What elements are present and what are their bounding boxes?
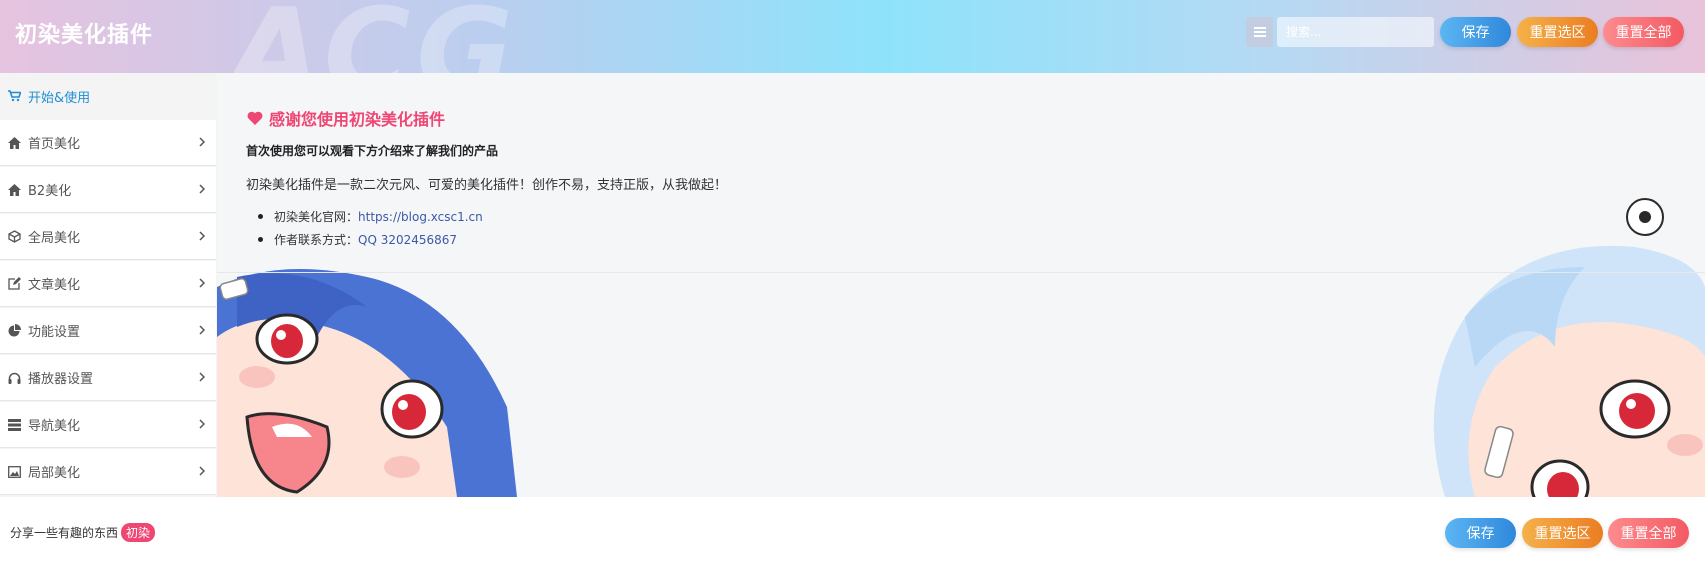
home-icon xyxy=(7,136,21,150)
chevron-right-icon xyxy=(199,372,205,382)
anime-girl-right-illustration xyxy=(1433,198,1705,497)
sidebar-item-label: 开始&使用 xyxy=(28,90,91,106)
app-title: 初染美化插件 xyxy=(15,23,154,48)
contact-link[interactable]: QQ 3202456867 xyxy=(358,233,457,247)
chevron-right-icon xyxy=(199,137,205,147)
sidebar-item-home-beautify[interactable]: 首页美化 xyxy=(0,120,216,166)
footer-reset-all-button[interactable]: 重置全部 xyxy=(1608,518,1689,548)
info-list: 初染美化官网： https://blog.xcsc1.cn 作者联系方式： QQ… xyxy=(258,205,483,251)
reset-all-button[interactable]: 重置全部 xyxy=(1603,17,1684,47)
bullet-icon xyxy=(258,214,263,219)
cart-icon xyxy=(7,89,21,103)
sidebar-item-label: 文章美化 xyxy=(28,278,81,293)
footer-reset-section-button[interactable]: 重置选区 xyxy=(1522,518,1603,548)
intro-text: 首次使用您可以观看下方介绍来了解我们的产品 xyxy=(246,144,499,158)
sidebar-item-nav-beautify[interactable]: 导航美化 xyxy=(0,402,216,448)
bullet-icon xyxy=(258,237,263,242)
sidebar-item-label: 局部美化 xyxy=(28,466,81,481)
list-item: 作者联系方式： QQ 3202456867 xyxy=(258,228,483,251)
sidebar-item-label: 全局美化 xyxy=(28,231,81,246)
sidebar-item-global-beautify[interactable]: 全局美化 xyxy=(0,214,216,260)
pie-chart-icon xyxy=(7,324,21,338)
sidebar-item-player-settings[interactable]: 播放器设置 xyxy=(0,355,216,401)
sidebar-item-feature-settings[interactable]: 功能设置 xyxy=(0,308,216,354)
chevron-right-icon xyxy=(199,278,205,288)
cube-icon xyxy=(7,230,21,244)
heart-icon xyxy=(247,111,263,125)
divider xyxy=(217,272,1705,273)
search-input[interactable] xyxy=(1277,17,1434,47)
footer-save-button[interactable]: 保存 xyxy=(1445,518,1516,548)
footer-bar: 分享一些有趣的东西 初染 保存 重置选区 重置全部 xyxy=(0,497,1705,564)
picture-icon xyxy=(7,465,21,479)
sidebar-item-local-beautify[interactable]: 局部美化 xyxy=(0,449,216,495)
anime-girl-left-illustration xyxy=(217,269,517,497)
contact-label: 作者联系方式： xyxy=(274,233,359,247)
chevron-right-icon xyxy=(199,325,205,335)
sidebar-item-article-beautify[interactable]: 文章美化 xyxy=(0,261,216,307)
website-link[interactable]: https://blog.xcsc1.cn xyxy=(358,210,483,224)
server-icon xyxy=(7,418,21,432)
chevron-right-icon xyxy=(199,184,205,194)
sidebar-item-label: 首页美化 xyxy=(28,137,81,152)
chevron-right-icon xyxy=(199,419,205,429)
search-bar xyxy=(1246,17,1434,47)
save-button[interactable]: 保存 xyxy=(1440,17,1511,47)
list-icon[interactable] xyxy=(1246,17,1273,47)
sidebar-item-label: 功能设置 xyxy=(28,325,81,340)
welcome-title: 感谢您使用初染美化插件 xyxy=(247,106,445,130)
sidebar-item-label: 播放器设置 xyxy=(28,372,94,387)
sidebar-item-label: 导航美化 xyxy=(28,419,81,434)
sidebar-item-b2-beautify[interactable]: B2美化 xyxy=(0,167,216,213)
chevron-right-icon xyxy=(199,231,205,241)
headphones-icon xyxy=(7,371,21,385)
chevron-right-icon xyxy=(199,466,205,476)
main-content: 感谢您使用初染美化插件 首次使用您可以观看下方介绍来了解我们的产品 初染美化插件… xyxy=(217,73,1705,497)
footer-badge: 初染 xyxy=(121,523,156,542)
header-bar: ACG 初染美化插件 保存 重置选区 重置全部 xyxy=(0,0,1705,73)
home-icon xyxy=(7,183,21,197)
reset-section-button[interactable]: 重置选区 xyxy=(1517,17,1598,47)
sidebar-item-label: B2美化 xyxy=(28,184,72,199)
website-label: 初染美化官网： xyxy=(274,210,359,224)
sidebar: 开始&使用 首页美化 B2美化 全局美化 文章美化 功能设置 播放器设置 导航美… xyxy=(0,73,217,497)
description-text: 初染美化插件是一款二次元风、可爱的美化插件！创作不易，支持正版，从我做起！ xyxy=(246,178,728,193)
list-item: 初染美化官网： https://blog.xcsc1.cn xyxy=(258,205,483,228)
welcome-title-text: 感谢您使用初染美化插件 xyxy=(269,110,446,129)
edit-icon xyxy=(7,277,21,291)
sidebar-item-getting-started[interactable]: 开始&使用 xyxy=(0,73,216,119)
footer-text: 分享一些有趣的东西 初染 xyxy=(10,523,156,542)
footer-tagline: 分享一些有趣的东西 xyxy=(10,526,119,540)
header-watermark-logo: ACG xyxy=(230,0,520,73)
